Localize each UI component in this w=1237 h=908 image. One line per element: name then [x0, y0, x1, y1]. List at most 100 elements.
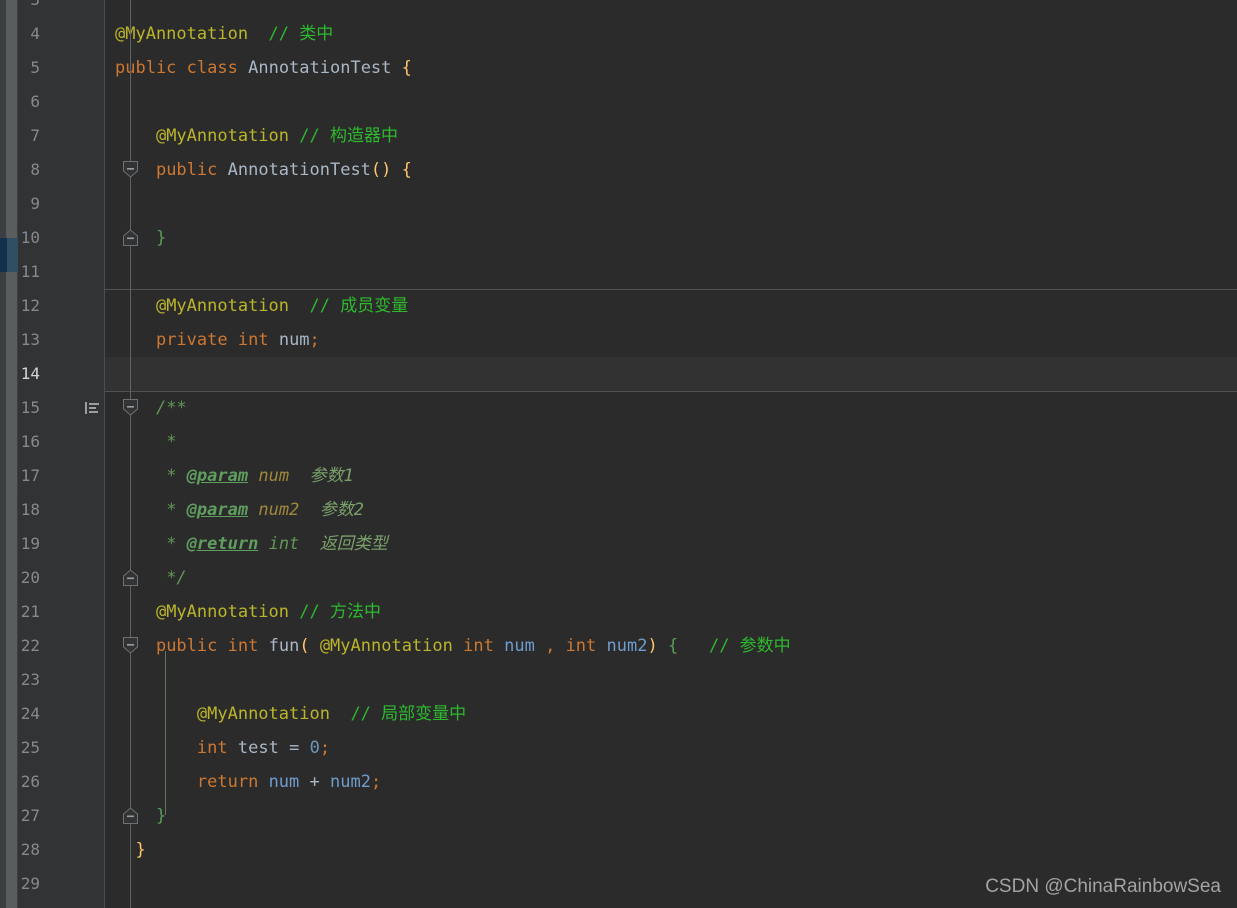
code-token: ; — [370, 772, 382, 792]
code-token: // 方法中 — [299, 602, 381, 622]
code-token: private — [155, 330, 228, 350]
code-editor[interactable]: 3456789101112131415161718192021222324252… — [0, 0, 1237, 908]
code-token: * — [166, 534, 187, 554]
code-line[interactable]: @MyAnnotation // 构造器中 — [105, 119, 1237, 153]
code-line[interactable]: * — [105, 425, 1237, 459]
code-line[interactable]: } — [105, 799, 1237, 833]
code-token: // 成员变量 — [309, 296, 409, 316]
code-line[interactable] — [105, 255, 1237, 289]
code-token: @MyAnnotation — [155, 126, 290, 146]
code-line[interactable]: public int fun( @MyAnnotation int num , … — [105, 629, 1237, 663]
code-line[interactable]: * @return int 返回类型 — [105, 527, 1237, 561]
code-line[interactable]: public class AnnotationTest { — [105, 51, 1237, 85]
code-token: int — [227, 636, 259, 656]
code-line[interactable] — [105, 357, 1237, 391]
code-token: @MyAnnotation — [155, 602, 290, 622]
code-token: int — [463, 636, 494, 656]
code-token: ; — [309, 330, 320, 350]
javadoc-icon[interactable] — [84, 400, 100, 416]
code-line[interactable]: @MyAnnotation // 成员变量 — [105, 289, 1237, 323]
code-line[interactable]: return num + num2; — [105, 765, 1237, 799]
code-line-text: * @param num 参数1 — [105, 466, 354, 486]
code-line[interactable]: /** — [105, 391, 1237, 425]
code-token: int — [268, 534, 300, 554]
code-token: test — [237, 738, 279, 758]
code-token: ; — [319, 738, 331, 758]
code-line[interactable] — [105, 187, 1237, 221]
code-line[interactable]: @MyAnnotation // 方法中 — [105, 595, 1237, 629]
code-token: // 类中 — [268, 24, 334, 44]
code-token: num — [268, 772, 300, 792]
code-token: num2 — [606, 636, 648, 656]
fold-region-line — [130, 633, 131, 818]
code-token: int — [237, 330, 269, 350]
code-line[interactable]: @MyAnnotation // 类中 — [105, 17, 1237, 51]
fold-expand-icon[interactable] — [122, 229, 139, 246]
editor-marker-strip[interactable] — [0, 0, 18, 908]
code-token: { — [401, 160, 412, 180]
vertical-scrollbar-thumb[interactable] — [6, 0, 17, 908]
fold-expand-icon[interactable] — [122, 569, 139, 586]
fold-collapse-icon[interactable] — [122, 399, 139, 416]
code-token: /** — [155, 398, 187, 418]
code-line[interactable]: int test = 0; — [105, 731, 1237, 765]
code-line[interactable] — [105, 85, 1237, 119]
code-token: AnnotationTest — [227, 160, 371, 180]
editor-gutter[interactable]: 3456789101112131415161718192021222324252… — [18, 0, 138, 908]
code-line-text: * — [105, 432, 176, 452]
code-line[interactable] — [105, 0, 1237, 17]
code-line[interactable]: } — [105, 833, 1237, 867]
code-line[interactable]: * @param num 参数1 — [105, 459, 1237, 493]
code-line[interactable]: @MyAnnotation // 局部变量中 — [105, 697, 1237, 731]
code-token: * — [166, 500, 187, 520]
active-indent-guide — [165, 651, 166, 815]
code-token: @return — [186, 534, 259, 554]
code-token: */ — [166, 568, 187, 588]
fold-collapse-icon[interactable] — [122, 161, 139, 178]
code-line[interactable]: * @param num2 参数2 — [105, 493, 1237, 527]
code-line[interactable] — [105, 663, 1237, 697]
code-line[interactable]: } — [105, 221, 1237, 255]
code-line-text: * @return int 返回类型 — [105, 534, 388, 554]
method-separator — [105, 391, 1237, 392]
code-token: @param — [186, 500, 249, 520]
code-line-text: return num + num2; — [105, 772, 381, 792]
code-token: } — [135, 840, 146, 860]
code-line-text: * @param num2 参数2 — [105, 500, 364, 520]
code-line[interactable]: */ — [105, 561, 1237, 595]
fold-expand-icon[interactable] — [122, 807, 139, 824]
code-token: ) — [647, 636, 658, 656]
code-line[interactable]: private int num; — [105, 323, 1237, 357]
code-line-text: int test = 0; — [105, 738, 330, 758]
vcs-change-marker[interactable] — [0, 238, 7, 272]
code-line-text: public AnnotationTest() { — [105, 160, 412, 180]
code-line[interactable]: public AnnotationTest() { — [105, 153, 1237, 187]
code-line-text: @MyAnnotation // 局部变量中 — [105, 704, 466, 724]
fold-collapse-icon[interactable] — [122, 637, 139, 654]
code-token: + — [309, 772, 320, 792]
code-token: public — [155, 160, 218, 180]
code-content-area[interactable]: @MyAnnotation // 类中 public class Annotati… — [105, 0, 1237, 908]
